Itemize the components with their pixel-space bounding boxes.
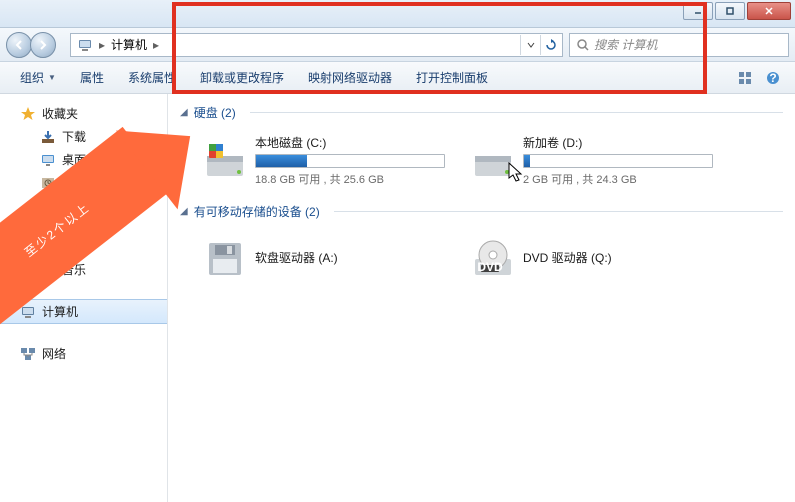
- svg-text:?: ?: [769, 71, 776, 85]
- sidebar-label: 下载: [62, 128, 86, 145]
- usage-bar: [523, 154, 713, 168]
- sidebar-music[interactable]: 音乐: [0, 258, 167, 281]
- navigation-sidebar: 收藏夹 下载 桌面 最近访问的位 图片 文档: [0, 94, 168, 502]
- pictures-icon: [40, 216, 56, 232]
- help-button[interactable]: ?: [761, 66, 785, 90]
- star-icon: [20, 106, 36, 122]
- command-toolbar: 组织▼ 属性 系统属性 卸载或更改程序 映射网络驱动器 打开控制面板 ?: [0, 62, 795, 94]
- view-options-button[interactable]: [733, 66, 757, 90]
- map-drive-button[interactable]: 映射网络驱动器: [298, 65, 402, 90]
- sidebar-label: 文档: [62, 238, 86, 255]
- breadcrumb-computer[interactable]: 计算机: [107, 34, 151, 56]
- collapse-icon: ◢: [180, 206, 188, 217]
- address-bar[interactable]: ▸ 计算机 ▸: [70, 33, 563, 57]
- search-input[interactable]: 搜索 计算机: [569, 33, 789, 57]
- search-icon: [576, 38, 590, 52]
- music-icon: [40, 262, 56, 278]
- floppy-icon: [203, 237, 247, 281]
- sidebar-label: 桌面: [62, 151, 86, 168]
- usage-bar: [255, 154, 445, 168]
- svg-text:DVD: DVD: [477, 260, 503, 274]
- back-button[interactable]: [6, 32, 32, 58]
- expand-icon[interactable]: ▷: [6, 306, 14, 317]
- drive-floppy[interactable]: 软盘驱动器 (A:): [196, 230, 452, 288]
- control-panel-button[interactable]: 打开控制面板: [406, 65, 498, 90]
- sidebar-label: 网络: [42, 345, 66, 362]
- section-header-removable[interactable]: ◢ 有可移动存储的设备 (2): [178, 199, 785, 224]
- sidebar-favorites[interactable]: 收藏夹: [0, 102, 167, 125]
- window-titlebar: [0, 0, 795, 28]
- computer-icon: [77, 37, 93, 53]
- drive-dvd[interactable]: DVD DVD 驱动器 (Q:): [464, 230, 720, 288]
- section-header-hdd[interactable]: ◢ 硬盘 (2): [178, 100, 785, 125]
- sidebar-pictures[interactable]: 图片: [0, 212, 167, 235]
- address-dropdown-button[interactable]: [520, 35, 540, 55]
- divider: [334, 211, 783, 212]
- organize-menu[interactable]: 组织▼: [10, 65, 66, 90]
- removable-row: 软盘驱动器 (A:) DVD DVD 驱动器 (Q:): [178, 224, 785, 298]
- maximize-button[interactable]: [715, 2, 745, 20]
- sidebar-network[interactable]: 网络: [0, 342, 167, 365]
- download-icon: [40, 129, 56, 145]
- collapse-icon: ◢: [180, 107, 188, 118]
- properties-button[interactable]: 属性: [70, 65, 114, 90]
- drive-c[interactable]: 本地磁盘 (C:) 18.8 GB 可用 , 共 25.6 GB: [196, 131, 452, 189]
- uninstall-button[interactable]: 卸载或更改程序: [190, 65, 294, 90]
- section-title: 有可移动存储的设备 (2): [194, 203, 320, 220]
- sidebar-label: 最近访问的位: [62, 174, 134, 191]
- sidebar-desktop[interactable]: 桌面: [0, 148, 167, 171]
- hdd-row: 本地磁盘 (C:) 18.8 GB 可用 , 共 25.6 GB 新加卷 (D:…: [178, 125, 785, 199]
- close-button[interactable]: [747, 2, 791, 20]
- nav-buttons: [6, 31, 64, 59]
- drive-name: 本地磁盘 (C:): [255, 134, 445, 151]
- system-properties-button[interactable]: 系统属性: [118, 65, 186, 90]
- explorer-body: 收藏夹 下载 桌面 最近访问的位 图片 文档: [0, 94, 795, 502]
- drive-name: 软盘驱动器 (A:): [255, 249, 445, 266]
- documents-icon: [40, 239, 56, 255]
- drive-d[interactable]: 新加卷 (D:) 2 GB 可用 , 共 24.3 GB: [464, 131, 720, 189]
- refresh-button[interactable]: [540, 35, 560, 55]
- sidebar-label: 计算机: [42, 303, 78, 320]
- minimize-button[interactable]: [683, 2, 713, 20]
- recent-icon: [40, 175, 56, 191]
- drive-stat: 2 GB 可用 , 共 24.3 GB: [523, 171, 713, 187]
- forward-button[interactable]: [30, 32, 56, 58]
- desktop-icon: [40, 152, 56, 168]
- breadcrumb-arrow-icon: ▸: [97, 38, 107, 52]
- navigation-bar: ▸ 计算机 ▸ 搜索 计算机: [0, 28, 795, 62]
- sidebar-label: 图片: [62, 215, 86, 232]
- sidebar-label: 音乐: [62, 261, 86, 278]
- sidebar-documents[interactable]: 文档: [0, 235, 167, 258]
- divider: [250, 112, 783, 113]
- section-title: 硬盘 (2): [194, 104, 236, 121]
- drive-stat: 18.8 GB 可用 , 共 25.6 GB: [255, 171, 445, 187]
- breadcrumb-arrow-icon: ▸: [151, 38, 161, 52]
- chevron-down-icon: ▼: [48, 73, 56, 82]
- sidebar-computer[interactable]: ▷ 计算机: [0, 299, 167, 324]
- sidebar-label: 收藏夹: [42, 105, 78, 122]
- network-icon: [20, 346, 36, 362]
- dvd-icon: DVD: [471, 237, 515, 281]
- content-pane: ◢ 硬盘 (2) 本地磁盘 (C:) 18.8 GB 可用 , 共 25.6 G…: [168, 94, 795, 502]
- hdd-icon: [203, 138, 247, 182]
- sidebar-downloads[interactable]: 下载: [0, 125, 167, 148]
- search-placeholder: 搜索 计算机: [594, 36, 657, 53]
- drive-name: DVD 驱动器 (Q:): [523, 249, 713, 266]
- drive-name: 新加卷 (D:): [523, 134, 713, 151]
- sidebar-recent[interactable]: 最近访问的位: [0, 171, 167, 194]
- computer-icon: [20, 304, 36, 320]
- hdd-icon: [471, 138, 515, 182]
